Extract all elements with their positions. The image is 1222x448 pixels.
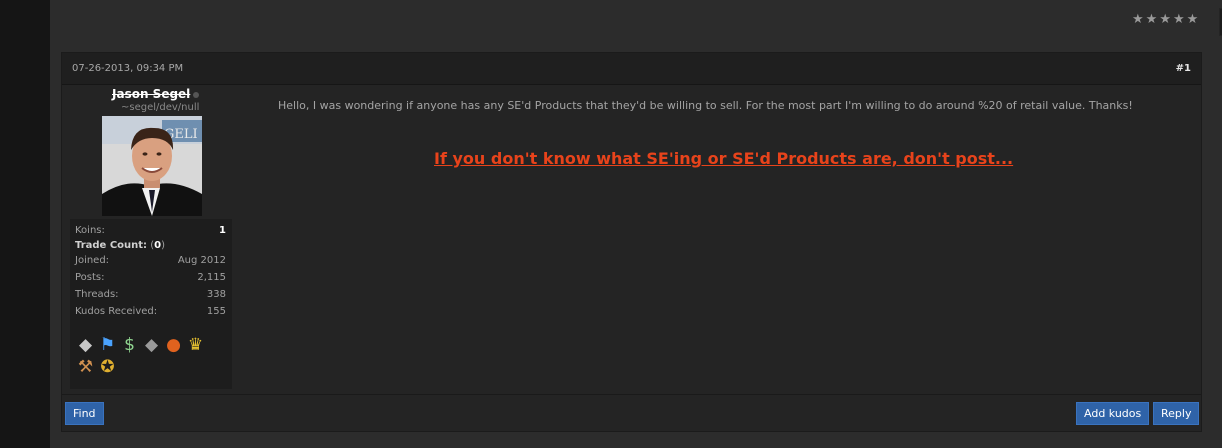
- stat-joined: Joined: Aug 2012: [75, 255, 226, 266]
- offline-dot-icon: [193, 92, 199, 98]
- post-date: 07-26-2013, 09:34 PM: [72, 63, 184, 74]
- stat-kudos: Kudos Received: 155: [75, 306, 226, 317]
- ball-icon[interactable]: ●: [163, 335, 184, 356]
- trade-count-label: Trade Count:: [75, 240, 148, 251]
- money-bag-icon[interactable]: $: [119, 335, 140, 356]
- star-icon[interactable]: ★: [1173, 13, 1185, 27]
- stat-posts: Posts: 2,115: [75, 272, 226, 283]
- thread-rating[interactable]: ★ ★ ★ ★ ★: [1132, 13, 1198, 27]
- post-footer: Find Add kudos Reply: [62, 394, 1201, 433]
- post: 07-26-2013, 09:34 PM #1 Jason Segel ~seg…: [61, 52, 1202, 432]
- add-kudos-button[interactable]: Add kudos: [1076, 402, 1150, 425]
- star-icon[interactable]: ★: [1132, 13, 1144, 27]
- find-button[interactable]: Find: [65, 402, 104, 425]
- star-icon[interactable]: ★: [1159, 13, 1171, 27]
- flag-icon[interactable]: ⚑: [97, 335, 118, 356]
- username-link[interactable]: Jason Segel: [112, 87, 190, 101]
- gavel-icon[interactable]: ⚒: [75, 357, 96, 378]
- post-number-link[interactable]: #1: [1176, 63, 1191, 74]
- user-stats: Koins: 1 Trade Count: (0) Joined: Aug 20…: [70, 219, 232, 389]
- stat-koins: Koins: 1: [75, 225, 226, 236]
- star-icon[interactable]: ★: [1187, 13, 1199, 27]
- post-message: Hello, I was wondering if anyone has any…: [278, 99, 1133, 112]
- post-header: 07-26-2013, 09:34 PM #1: [62, 53, 1201, 85]
- star-icon[interactable]: ★: [1146, 13, 1158, 27]
- thread-header: ★ ★ ★ ★ ★ ▼: [50, 0, 1222, 44]
- user-title: ~segel/dev/null: [121, 102, 200, 113]
- user-awards: ◆ ⚑ $ ◆ ● ♛ ⚒ ✪: [75, 335, 227, 378]
- medal-icon[interactable]: ✪: [97, 357, 118, 378]
- left-sidebar-strip: [0, 0, 50, 448]
- stat-trade-count: Trade Count: (0): [75, 240, 166, 251]
- diamond-icon[interactable]: ◆: [141, 335, 162, 356]
- trophy-icon[interactable]: ♛: [185, 335, 206, 356]
- stat-threads: Threads: 338: [75, 289, 226, 300]
- post-headline-link[interactable]: If you don't know what SE'ing or SE'd Pr…: [434, 149, 1013, 168]
- diamond-icon[interactable]: ◆: [75, 335, 96, 356]
- reply-button[interactable]: Reply: [1153, 402, 1200, 425]
- avatar[interactable]: GELI: [102, 116, 202, 216]
